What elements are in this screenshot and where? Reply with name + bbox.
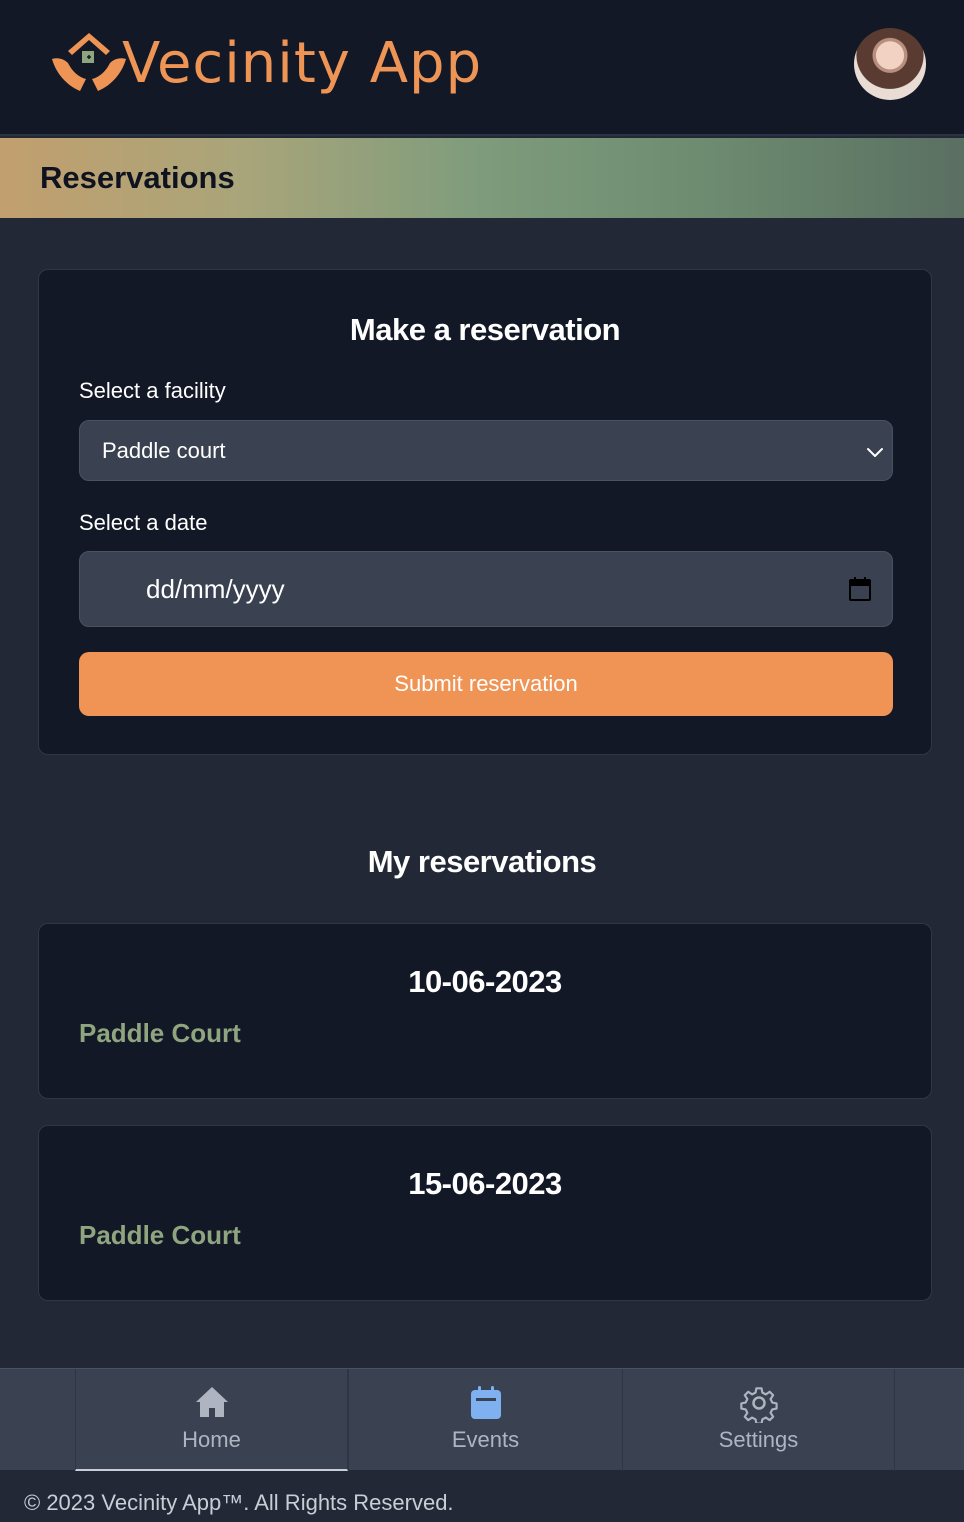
reservation-form-card: Make a reservation Select a facility Pad… — [38, 269, 932, 755]
calendar-picker-icon[interactable] — [848, 576, 872, 602]
reservation-date: 10-06-2023 — [408, 964, 562, 999]
reservation-date: 15-06-2023 — [408, 1166, 562, 1201]
home-icon — [195, 1387, 228, 1417]
submit-reservation-button[interactable]: Submit reservation — [79, 652, 893, 716]
reservation-facility: Paddle Court — [79, 1018, 241, 1048]
facility-label: Select a facility — [79, 378, 226, 403]
nav-item-home[interactable]: Home — [75, 1369, 348, 1471]
reservation-facility: Paddle Court — [79, 1220, 241, 1250]
date-label: Select a date — [79, 510, 208, 535]
my-reservations-title: My reservations — [367, 844, 597, 879]
chevron-down-icon — [867, 448, 883, 457]
hands-house-icon — [52, 33, 126, 91]
nav-label: Events — [451, 1427, 520, 1452]
nav-label: Home — [182, 1427, 241, 1452]
page-title: Reservations — [40, 160, 235, 195]
nav-item-settings[interactable]: Settings — [622, 1369, 895, 1471]
nav-label: Settings — [718, 1427, 799, 1452]
date-input[interactable]: dd/mm/yyyy — [79, 551, 893, 627]
reservation-card: 10-06-2023 Paddle Court — [38, 923, 932, 1099]
calendar-icon — [470, 1386, 501, 1419]
bottom-nav: Home Events Settings — [0, 1368, 964, 1471]
nav-item-events[interactable]: Events — [348, 1369, 623, 1471]
top-bar: Vecinity App — [0, 0, 964, 136]
avatar[interactable] — [854, 28, 926, 100]
footer-copyright: © 2023 Vecinity App™. All Rights Reserve… — [24, 1490, 454, 1515]
app-logo[interactable]: Vecinity App — [48, 24, 482, 104]
app-name: Vecinity App — [122, 31, 483, 96]
form-title: Make a reservation — [349, 312, 621, 347]
gear-icon — [739, 1387, 778, 1423]
page-header: Reservations — [0, 138, 964, 218]
reservation-card: 15-06-2023 Paddle Court — [38, 1125, 932, 1301]
facility-select[interactable]: Paddle court — [79, 420, 893, 481]
facility-select-value: Paddle court — [102, 438, 226, 463]
date-input-placeholder: dd/mm/yyyy — [146, 574, 285, 604]
